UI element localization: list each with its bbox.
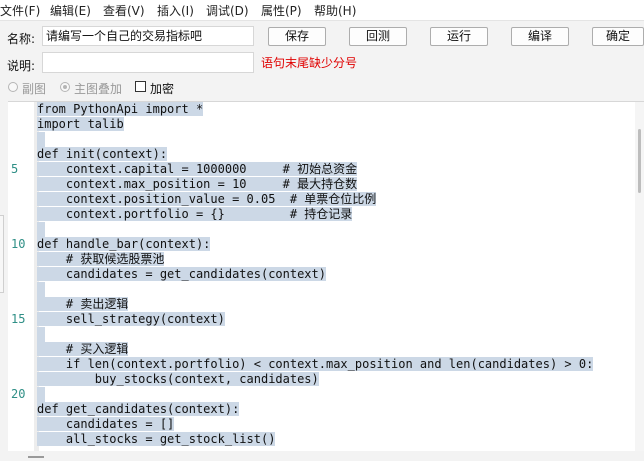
code-editor[interactable]: 5 10 15 20 from PythonApi import * impor… <box>8 101 644 452</box>
menu-help[interactable]: 帮助(H) <box>314 2 356 19</box>
code-line: buy_stocks(context, candidates) <box>37 372 319 386</box>
code-line: context.max_position = 10 # 最大持仓数 <box>37 177 358 191</box>
vertical-scroll-thumb[interactable] <box>638 129 641 193</box>
code-line: if len(context.portfolio) < context.max_… <box>37 357 594 371</box>
subchart-label: 副图 <box>22 82 47 96</box>
encrypt-label: 加密 <box>150 82 175 96</box>
horizontal-scrollbar[interactable] <box>8 451 644 461</box>
line-number: 5 <box>11 162 19 176</box>
error-message: 语句末尾缺少分号 <box>261 56 358 70</box>
side-panel-handle[interactable] <box>0 215 4 293</box>
menu-edit[interactable]: 编辑(E) <box>50 2 91 19</box>
subchart-radio[interactable] <box>8 82 18 92</box>
name-input[interactable]: 请编写一个自己的交易指标吧 <box>42 26 254 46</box>
line-number: 10 <box>11 237 26 251</box>
code-line-empty <box>37 387 45 402</box>
menu-insert[interactable]: 插入(I) <box>157 2 194 19</box>
code-line: context.portfolio = {} # 持仓记录 <box>37 207 353 221</box>
menu-properties[interactable]: 属性(P) <box>261 2 302 19</box>
line-number: 20 <box>11 387 26 401</box>
code-line-empty <box>37 327 45 342</box>
code-line: def get_candidates(context): <box>37 402 240 416</box>
menu-bar: 文件(F) 编辑(E) 查看(V) 插入(I) 调试(D) 属性(P) 帮助(H… <box>0 0 644 21</box>
description-label: 说明: <box>7 59 36 73</box>
code-line: candidates = [] <box>37 417 175 431</box>
code-line: context.capital = 1000000 # 初始总资金 <box>37 162 358 176</box>
code-line: all_stocks = get_stock_list() <box>37 432 276 446</box>
backtest-button[interactable]: 回测 <box>349 27 407 46</box>
code-line-empty <box>37 222 45 237</box>
name-label: 名称: <box>7 32 36 46</box>
menu-view[interactable]: 查看(V) <box>103 2 145 19</box>
code-line-empty <box>37 282 45 297</box>
run-button[interactable]: 运行 <box>430 27 488 46</box>
code-line: candidates = get_candidates(context) <box>37 267 326 281</box>
ok-button[interactable]: 确定 <box>592 27 644 46</box>
save-button[interactable]: 保存 <box>268 27 326 46</box>
main-overlay-radio[interactable] <box>60 82 70 92</box>
code-line: from PythonApi import * <box>37 102 204 116</box>
compile-button[interactable]: 编译 <box>511 27 569 46</box>
encrypt-checkbox[interactable] <box>135 81 146 92</box>
code-line: def init(context): <box>37 147 168 161</box>
code-line: sell_strategy(context) <box>37 312 225 326</box>
code-line: import talib <box>37 117 124 131</box>
main-overlay-label: 主图叠加 <box>74 82 123 96</box>
code-line: context.position_value = 0.05 # 单票仓位比例 <box>37 192 377 206</box>
menu-debug[interactable]: 调试(D) <box>206 2 249 19</box>
line-number-gutter: 5 10 15 20 <box>8 102 34 452</box>
code-line-empty <box>37 132 45 147</box>
code-line: # 卖出逻辑 <box>37 297 129 311</box>
horizontal-scroll-thumb[interactable] <box>28 456 44 458</box>
menu-file[interactable]: 文件(F) <box>0 2 40 19</box>
code-line: def handle_bar(context): <box>37 237 211 251</box>
code-line: # 买入逻辑 <box>37 342 129 356</box>
description-input[interactable] <box>42 52 254 73</box>
line-number: 15 <box>11 312 26 326</box>
code-line: # 获取候选股票池 <box>37 252 165 266</box>
